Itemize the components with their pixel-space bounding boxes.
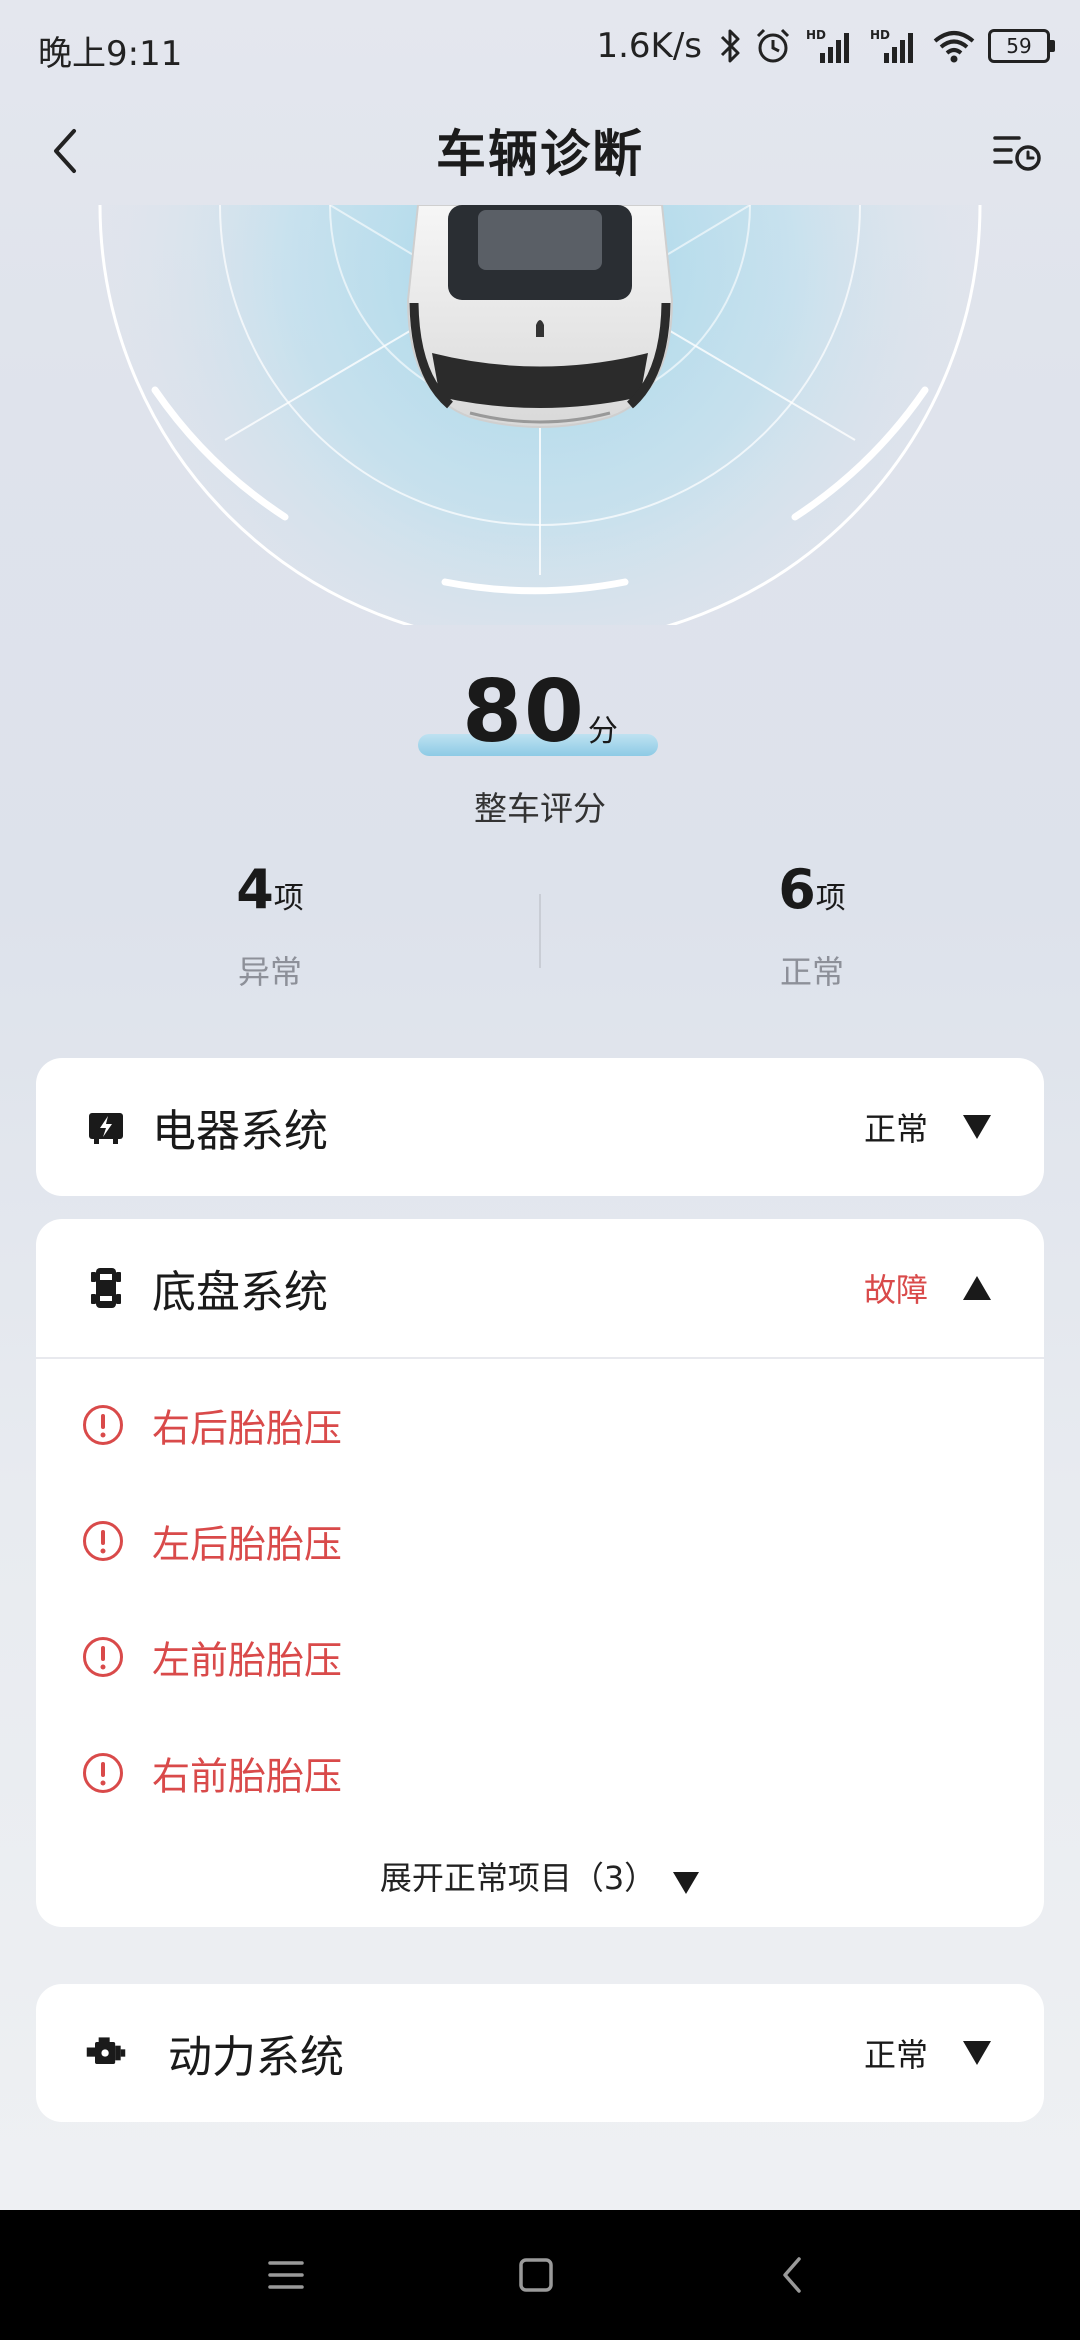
score-value-group: 80分	[418, 662, 658, 762]
menu-nav-button[interactable]	[256, 2250, 316, 2300]
warning-circle-icon	[83, 1521, 123, 1561]
chevron-down-icon[interactable]	[962, 2040, 992, 2066]
score-label: 整车评分	[474, 789, 606, 828]
fault-item-label: 右后胎胎压	[152, 1406, 343, 1451]
stats-divider	[539, 894, 541, 968]
home-nav-button[interactable]	[506, 2250, 566, 2300]
engine-icon	[84, 2031, 128, 2075]
score-unit: 分	[587, 714, 618, 749]
electrical-system-header[interactable]: 电器系统 正常	[36, 1058, 1044, 1196]
abnormal-stat[interactable]: 4项 异常	[120, 858, 420, 993]
alarm-icon	[754, 27, 792, 65]
power-system-card: 动力系统 正常	[36, 1984, 1044, 2122]
system-navigation-bar	[0, 2210, 1080, 2340]
chevron-down-icon[interactable]	[962, 1114, 992, 1140]
expand-normal-items-label: 展开正常项目（3）	[379, 1859, 657, 1897]
status-bar: 晚上9:11 1.6K/s HD HD 59	[0, 0, 1080, 96]
network-speed: 1.6K/s	[596, 26, 702, 66]
svg-text:HD: HD	[806, 28, 826, 42]
back-nav-button[interactable]	[762, 2250, 822, 2300]
electrical-icon	[84, 1105, 128, 1149]
power-system-status: 正常	[863, 2036, 928, 2074]
history-button[interactable]	[982, 116, 1054, 188]
back-triangle-icon	[783, 2257, 801, 2293]
svg-text:HD: HD	[870, 28, 890, 42]
vehicle-score: 80分	[0, 662, 1080, 762]
electrical-system-status: 正常	[863, 1110, 928, 1148]
hd-signal-icon: HD	[804, 27, 856, 65]
normal-label: 正常	[779, 953, 844, 991]
car-radar-graphic	[0, 205, 1080, 625]
bluetooth-icon	[718, 28, 742, 64]
chevron-up-icon[interactable]	[962, 1275, 992, 1301]
page-title: 车辆诊断	[436, 125, 644, 183]
electrical-system-card: 电器系统 正常	[36, 1058, 1044, 1196]
home-square-icon	[519, 2258, 553, 2292]
list-history-icon	[993, 136, 1041, 171]
fault-item[interactable]: 右前胎胎压	[36, 1715, 1044, 1831]
wifi-icon	[932, 28, 976, 64]
chassis-system-card: 底盘系统 故障 右后胎胎压 左后胎胎压 左前胎胎压 右前胎胎压 展开正常项目（3…	[36, 1219, 1044, 1927]
battery-icon: 59	[988, 29, 1055, 63]
fault-item-label: 左前胎胎压	[152, 1638, 343, 1683]
chevron-down-icon	[673, 1871, 700, 1894]
power-system-header[interactable]: 动力系统 正常	[36, 1984, 1044, 2122]
status-icons: 1.6K/s HD HD 59	[596, 22, 1055, 70]
stats-summary: 4项 异常 6项 正常	[0, 858, 1080, 1008]
abnormal-label: 异常	[237, 953, 302, 991]
warning-circle-icon	[83, 1753, 123, 1793]
hd-signal-icon: HD	[868, 27, 920, 65]
normal-unit: 项	[815, 881, 846, 916]
fault-item-label: 左后胎胎压	[152, 1522, 343, 1567]
fault-item[interactable]: 右后胎胎压	[36, 1367, 1044, 1483]
chassis-system-header[interactable]: 底盘系统 故障	[36, 1219, 1044, 1357]
abnormal-unit: 项	[273, 881, 304, 916]
fault-item[interactable]: 左前胎胎压	[36, 1599, 1044, 1715]
normal-stat[interactable]: 6项 正常	[662, 858, 962, 993]
normal-count: 6	[778, 858, 816, 921]
car-image	[406, 205, 674, 428]
electrical-system-name: 电器系统	[152, 1106, 328, 1157]
battery-level: 59	[1006, 34, 1032, 58]
app-header: 车辆诊断	[0, 96, 1080, 208]
chassis-system-name: 底盘系统	[152, 1267, 328, 1318]
score-value: 80	[462, 662, 586, 762]
warning-circle-icon	[83, 1637, 123, 1677]
power-system-name: 动力系统	[168, 2032, 344, 2083]
warning-circle-icon	[83, 1405, 123, 1445]
chassis-system-status: 故障	[863, 1271, 928, 1309]
fault-item[interactable]: 左后胎胎压	[36, 1483, 1044, 1599]
status-time: 晚上9:11	[38, 34, 183, 74]
fault-item-label: 右前胎胎压	[152, 1754, 343, 1799]
chassis-icon	[84, 1266, 128, 1310]
abnormal-count: 4	[236, 858, 274, 921]
expand-normal-items-button[interactable]: 展开正常项目（3）	[36, 1831, 1044, 1927]
menu-icon	[268, 2261, 304, 2289]
